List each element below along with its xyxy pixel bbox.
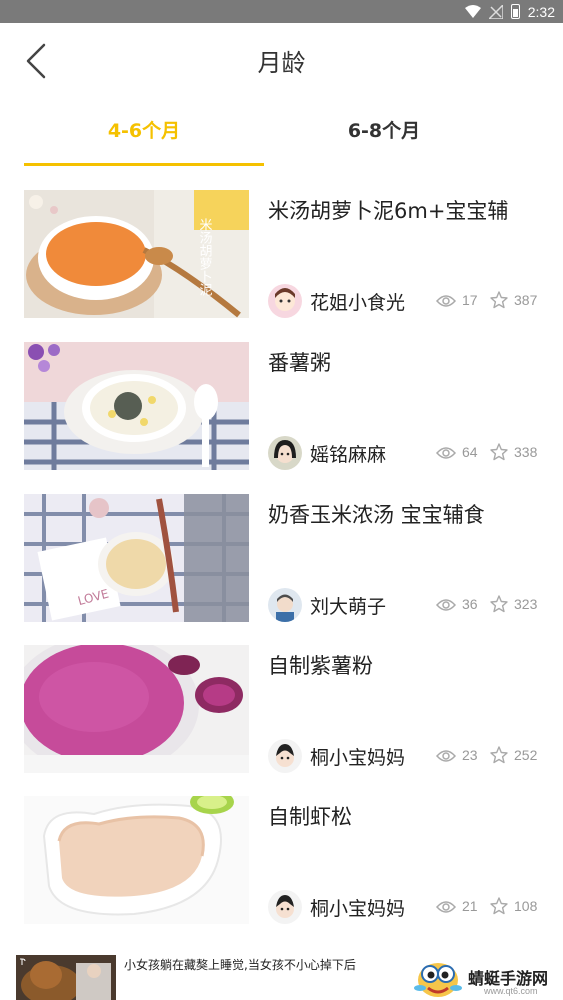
recipe-thumbnail [24, 342, 249, 470]
view-count: 23 [462, 747, 478, 763]
star-icon [490, 746, 508, 764]
recipe-title: 奶香玉米浓汤 宝宝辅食 [268, 503, 485, 527]
recipe-item[interactable]: 米汤胡萝卜泥 米汤胡萝卜泥6m+宝宝辅 花姐小食光 17 387 [24, 190, 539, 318]
star-icon [490, 595, 508, 613]
author-name: 花姐小食光 [310, 292, 406, 314]
dragonfly-logo-icon [414, 963, 462, 997]
wifi-icon [464, 5, 481, 18]
recipe-meta: 花姐小食光 17 387 [268, 284, 543, 320]
star-icon [490, 897, 508, 915]
like-count: 338 [514, 444, 538, 460]
recipe-item[interactable]: LOVE 奶香玉米浓汤 宝宝辅食 刘大萌子 36 323 [24, 494, 539, 622]
avatar [268, 890, 302, 924]
ad-url: www.qt6.com [484, 986, 538, 996]
view-count: 21 [462, 898, 478, 914]
view-count: 17 [462, 292, 478, 308]
avatar [268, 739, 302, 773]
recipe-item[interactable]: 自制紫薯粉 桐小宝妈妈 23 252 [24, 645, 539, 773]
like-count: 108 [514, 898, 538, 914]
tab-6-8-months[interactable]: 6-8个月 [264, 100, 504, 166]
tab-4-6-months[interactable]: 4-6个月 [24, 100, 264, 166]
eye-icon [436, 447, 456, 459]
eye-icon [436, 750, 456, 762]
author-name: 媱铭麻麻 [310, 444, 387, 466]
recipe-title: 自制虾松 [268, 805, 352, 829]
like-count: 323 [514, 596, 538, 612]
recipe-thumbnail [24, 796, 249, 924]
page-title: 月龄 [257, 49, 306, 77]
author-name: 刘大萌子 [310, 596, 387, 618]
bottom-ad-banner[interactable]: 小女孩躺在藏獒上睡觉,当女孩不小心掉下后 蜻蜓手游网 www.qt6.com [0, 950, 563, 1000]
recipe-item[interactable]: 自制虾松 桐小宝妈妈 21 108 [24, 796, 539, 924]
author-name: 桐小宝妈妈 [310, 898, 406, 920]
recipe-thumbnail [24, 645, 249, 773]
thumbnail-overlay-text: 米汤胡萝卜泥 [197, 218, 213, 296]
eye-icon [436, 295, 456, 307]
eye-icon [436, 599, 456, 611]
avatar [268, 436, 302, 470]
like-count: 252 [514, 747, 538, 763]
ad-thumbnail[interactable] [16, 955, 116, 1000]
recipe-title: 米汤胡萝卜泥6m+宝宝辅 [268, 199, 509, 223]
header: 月龄 [0, 23, 563, 98]
eye-icon [436, 901, 456, 913]
recipe-meta: 桐小宝妈妈 23 252 [268, 739, 543, 775]
recipe-meta: 媱铭麻麻 64 338 [268, 436, 543, 472]
recipe-thumbnail: 米汤胡萝卜泥 [24, 190, 249, 318]
view-count: 36 [462, 596, 478, 612]
ad-text[interactable]: 小女孩躺在藏獒上睡觉,当女孩不小心掉下后 [124, 956, 356, 973]
recipe-item[interactable]: 番薯粥 媱铭麻麻 64 338 [24, 342, 539, 470]
avatar [268, 284, 302, 318]
status-bar: 2:32 [0, 0, 563, 23]
recipe-title: 自制紫薯粉 [268, 654, 373, 678]
like-count: 387 [514, 292, 538, 308]
author-name: 桐小宝妈妈 [310, 747, 406, 769]
star-icon [490, 443, 508, 461]
active-tab-indicator [24, 163, 264, 166]
avatar [268, 588, 302, 622]
recipe-meta: 桐小宝妈妈 21 108 [268, 890, 543, 926]
view-count: 64 [462, 444, 478, 460]
status-time: 2:32 [527, 3, 555, 20]
battery-icon [510, 4, 520, 19]
signal-icon [488, 4, 503, 19]
star-icon [490, 291, 508, 309]
recipe-title: 番薯粥 [268, 351, 331, 375]
recipe-thumbnail: LOVE [24, 494, 249, 622]
recipe-meta: 刘大萌子 36 323 [268, 588, 543, 624]
age-tabs: 4-6个月 6-8个月 [24, 100, 539, 168]
